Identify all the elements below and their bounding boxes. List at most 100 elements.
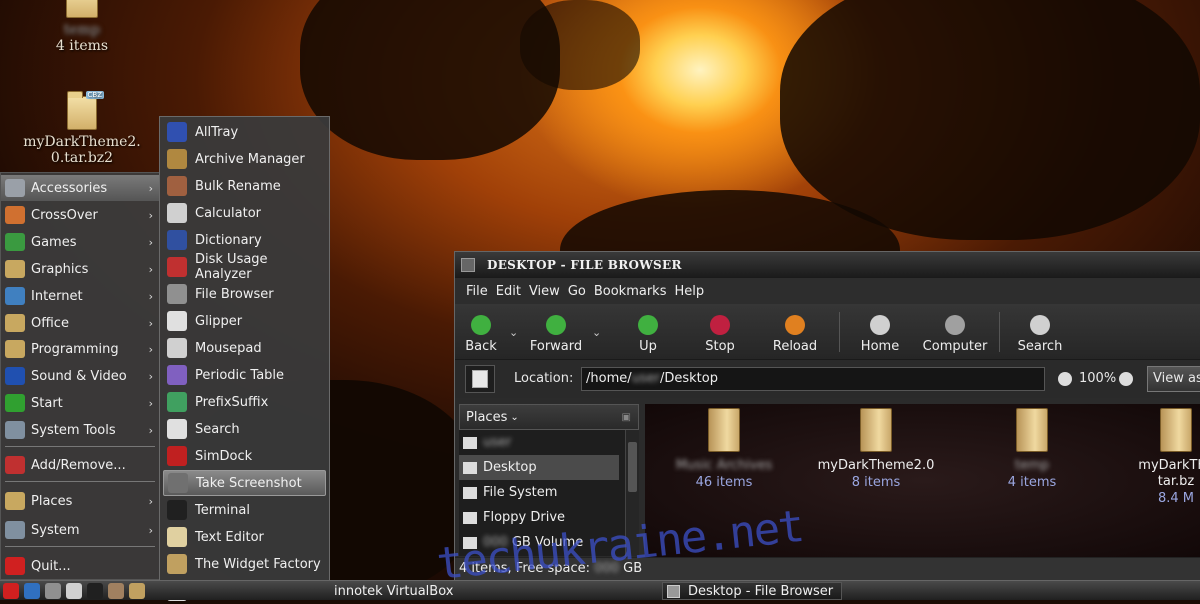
- submenu-item-prefixsuffix[interactable]: PrefixSuffix: [163, 389, 326, 415]
- settings-icon[interactable]: [45, 583, 61, 599]
- system-icon: [5, 521, 25, 539]
- zoom-out-icon[interactable]: [1058, 372, 1072, 386]
- view-as-button[interactable]: View as: [1147, 366, 1200, 392]
- tools-icon[interactable]: [108, 583, 124, 599]
- submenu-item-take-screenshot[interactable]: Take Screenshot: [163, 470, 326, 496]
- menu-item-label: Quit...: [31, 558, 71, 574]
- file-item[interactable]: temp 4 items: [967, 404, 1097, 491]
- menu-item-programming[interactable]: Programming ›: [1, 336, 159, 362]
- file-item[interactable]: myDarkThetar.bz 8.4 M: [1111, 404, 1200, 507]
- menu-item-label: Add/Remove...: [31, 457, 126, 473]
- desktop-icon-temp[interactable]: temp 4 items: [42, 0, 122, 54]
- home-button[interactable]: Home: [850, 308, 910, 356]
- file-name: Music Archives: [675, 458, 773, 473]
- edit-location-button[interactable]: [465, 365, 495, 393]
- submenu-item-the-widget-factory[interactable]: The Widget Factory: [163, 551, 326, 577]
- home-icon: [870, 315, 890, 335]
- menu-item-add-remove[interactable]: Add/Remove...: [1, 452, 159, 478]
- submenu-item-dictionary[interactable]: Dictionary: [163, 227, 326, 253]
- menu-item-quit[interactable]: Quit...: [1, 553, 159, 579]
- submenu-item-disk-usage-analyzer[interactable]: Disk Usage Analyzer: [163, 252, 326, 282]
- menu-item-start[interactable]: Start ›: [1, 390, 159, 416]
- close-pane-icon[interactable]: ▣: [622, 412, 631, 423]
- prefixsuffix-icon: [167, 392, 187, 412]
- window-menu-icon[interactable]: [461, 258, 475, 272]
- computer-button[interactable]: Computer: [915, 308, 995, 356]
- submenu-item-search[interactable]: Search: [163, 416, 326, 442]
- menu-item-games[interactable]: Games ›: [1, 229, 159, 255]
- location-input[interactable]: /home/user/Desktop: [581, 367, 1045, 391]
- submenu-item-mousepad[interactable]: Mousepad: [163, 335, 326, 361]
- terminal-icon[interactable]: [87, 583, 103, 599]
- submenu-item-text-editor[interactable]: Text Editor: [163, 524, 326, 550]
- taskbar-task[interactable]: Desktop - File Browser: [662, 582, 842, 600]
- wrench-icon: [5, 179, 25, 197]
- menu-item-system[interactable]: System ›: [1, 517, 159, 543]
- file-browser-icon: [667, 584, 680, 598]
- up-button[interactable]: Up: [625, 308, 671, 356]
- menu-item-graphics[interactable]: Graphics ›: [1, 256, 159, 282]
- menubar: File Edit View Go Bookmarks Help: [455, 278, 1200, 304]
- menu-item-sound-video[interactable]: Sound & Video ›: [1, 363, 159, 389]
- menu-item-internet[interactable]: Internet ›: [1, 283, 159, 309]
- home-icon[interactable]: [66, 583, 82, 599]
- menu-item-label: CrossOver: [31, 207, 98, 223]
- scrollbar-thumb[interactable]: [628, 442, 637, 492]
- alltray-icon: [167, 122, 187, 142]
- chevron-right-icon: ›: [148, 396, 153, 410]
- submenu-item-terminal[interactable]: Terminal: [163, 497, 326, 523]
- submenu-item-bulk-rename[interactable]: Bulk Rename: [163, 173, 326, 199]
- search-button[interactable]: Search: [1010, 308, 1070, 356]
- zoom-in-icon[interactable]: [1119, 372, 1133, 386]
- file-item[interactable]: myDarkTheme2.0 8 items: [811, 404, 941, 491]
- chevron-right-icon: ›: [148, 316, 153, 330]
- computer-icon: [945, 315, 965, 335]
- submenu-item-label: Text Editor: [195, 529, 264, 545]
- menubar-help[interactable]: Help: [674, 284, 704, 299]
- submenu-item-calculator[interactable]: Calculator: [163, 200, 326, 226]
- menu-item-system-tools[interactable]: System Tools ›: [1, 417, 159, 443]
- menu-item-accessories[interactable]: Accessories ›: [1, 175, 159, 201]
- file-item[interactable]: Music Archives 46 items: [659, 404, 789, 491]
- search-icon: [1030, 315, 1050, 335]
- menu-item-crossover[interactable]: CrossOver ›: [1, 202, 159, 228]
- launcher-icon[interactable]: [129, 583, 145, 599]
- reload-button[interactable]: Reload: [765, 308, 825, 356]
- menu-icon[interactable]: [3, 583, 19, 599]
- submenu-item-simdock[interactable]: SimDock: [163, 443, 326, 469]
- home-icon: [463, 436, 477, 449]
- back-button[interactable]: Back: [455, 308, 507, 356]
- place-desktop[interactable]: Desktop: [459, 455, 619, 480]
- menu-item-label: Graphics: [31, 261, 89, 277]
- submenu-item-archive-manager[interactable]: Archive Manager: [163, 146, 326, 172]
- menu-item-label: Sound & Video: [31, 368, 127, 384]
- submenu-item-alltray[interactable]: AllTray: [163, 119, 326, 145]
- menu-item-office[interactable]: Office ›: [1, 310, 159, 336]
- submenu-item-periodic-table[interactable]: Periodic Table: [163, 362, 326, 388]
- submenu-item-label: Disk Usage Analyzer: [195, 252, 268, 282]
- back-history-dropdown[interactable]: ⌄: [509, 326, 518, 339]
- forward-button[interactable]: Forward: [521, 308, 591, 356]
- place-user[interactable]: user: [459, 430, 619, 455]
- menubar-file[interactable]: File: [466, 284, 488, 299]
- forward-history-dropdown[interactable]: ⌄: [592, 326, 601, 339]
- submenu-item-glipper[interactable]: Glipper: [163, 308, 326, 334]
- desktop-icon-archive[interactable]: CBZ myDarkTheme2. 0.tar.bz2: [12, 91, 152, 166]
- taskbar-task[interactable]: innotek VirtualBox: [330, 582, 456, 600]
- menubar-view[interactable]: View: [529, 284, 560, 299]
- menubar-bookmarks[interactable]: Bookmarks: [594, 284, 667, 299]
- places-header[interactable]: Places ⌄ ▣: [459, 404, 639, 430]
- browser-icon[interactable]: [24, 583, 40, 599]
- up-arrow-icon: [638, 315, 658, 335]
- globe-icon: [5, 287, 25, 305]
- submenu-item-file-browser[interactable]: File Browser: [163, 281, 326, 307]
- place-file-system[interactable]: File System: [459, 480, 619, 505]
- applications-menu: Accessories › CrossOver › Games › Graphics › Int…: [0, 172, 160, 580]
- menubar-edit[interactable]: Edit: [496, 284, 521, 299]
- menubar-go[interactable]: Go: [568, 284, 586, 299]
- menu-item-places[interactable]: Places ›: [1, 488, 159, 514]
- stop-button[interactable]: Stop: [695, 308, 745, 356]
- folder-icon: [860, 408, 892, 452]
- folder-icon: [66, 0, 98, 18]
- window-titlebar[interactable]: DESKTOP - FILE BROWSER: [455, 252, 1200, 278]
